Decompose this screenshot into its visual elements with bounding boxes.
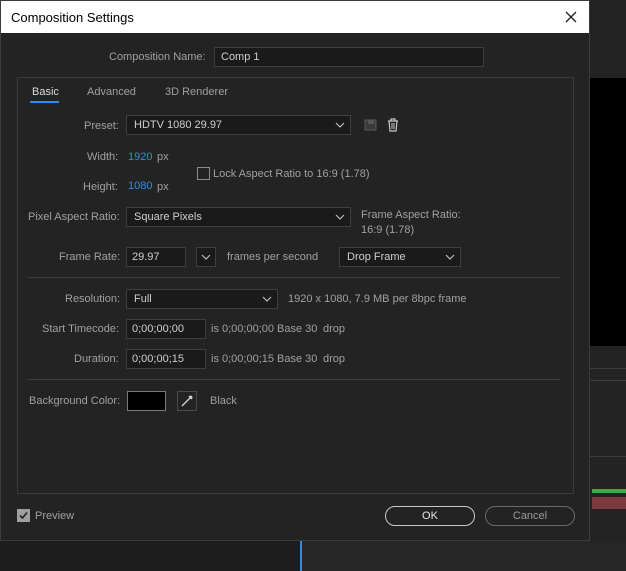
tab-basic[interactable]: Basic — [32, 86, 59, 98]
preview-checkbox[interactable] — [17, 509, 30, 522]
close-button[interactable] — [559, 5, 583, 29]
dialog-title: Composition Settings — [11, 10, 134, 25]
duration-input[interactable]: 0;00;00;15 — [126, 349, 206, 369]
start-timecode-label: Start Timecode: — [42, 323, 120, 335]
chevron-down-icon — [335, 214, 345, 220]
tab-advanced[interactable]: Advanced — [87, 86, 136, 98]
lock-aspect-label: Lock Aspect Ratio to 16:9 (1.78) — [213, 168, 370, 180]
delete-preset-button[interactable] — [383, 115, 403, 135]
pixel-aspect-dropdown[interactable]: Square Pixels — [126, 207, 351, 227]
trash-icon — [388, 118, 398, 132]
save-preset-icon — [364, 119, 377, 131]
pixel-aspect-value: Square Pixels — [134, 211, 202, 223]
title-bar: Composition Settings — [1, 1, 589, 33]
preview-label: Preview — [35, 510, 75, 522]
drop-frame-value: Drop Frame — [347, 251, 406, 263]
width-label: Width: — [87, 151, 119, 163]
frame-aspect-label: Frame Aspect Ratio: — [361, 209, 461, 221]
resolution-dropdown[interactable]: Full — [126, 289, 278, 309]
comp-name-label: Composition Name: — [109, 51, 206, 63]
duration-info: is 0;00;00;15 — [211, 353, 274, 365]
eyedropper-icon — [181, 395, 193, 407]
save-preset-button[interactable] — [361, 115, 381, 135]
background-divider — [590, 456, 626, 457]
start-timecode-info: is 0;00;00;00 — [211, 323, 274, 335]
start-timecode-input[interactable]: 0;00;00;00 — [126, 319, 206, 339]
background-timeline-bar — [592, 489, 626, 493]
chevron-down-icon — [335, 122, 345, 128]
frame-aspect-value: 16:9 (1.78) — [361, 224, 415, 236]
frame-rate-dropdown[interactable] — [196, 247, 216, 267]
resolution-value: Full — [134, 293, 152, 305]
width-unit: px — [157, 151, 169, 163]
ok-button[interactable]: OK — [385, 506, 475, 526]
background-viewer — [590, 78, 626, 346]
duration-drop: drop — [323, 353, 346, 365]
background-color-swatch[interactable] — [127, 391, 166, 411]
height-unit: px — [157, 181, 169, 193]
eyedropper-button[interactable] — [177, 391, 197, 411]
preset-label: Preset: — [84, 120, 119, 132]
chevron-down-icon — [262, 296, 272, 302]
background-divider — [590, 380, 626, 381]
resolution-info: 1920 x 1080, 7.9 MB per 8bpc frame — [288, 293, 467, 305]
frame-rate-input[interactable]: 29.97 — [126, 247, 186, 267]
chevron-down-icon — [201, 254, 211, 260]
lock-aspect-checkbox[interactable] — [197, 167, 210, 180]
duration-label: Duration: — [74, 353, 119, 365]
background-divider — [590, 368, 626, 369]
height-label: Height: — [83, 181, 118, 193]
chevron-down-icon — [445, 254, 455, 260]
height-value[interactable]: 1080 — [128, 180, 152, 192]
resolution-label: Resolution: — [65, 293, 121, 305]
pixel-aspect-label: Pixel Aspect Ratio: — [28, 211, 120, 223]
section-divider — [27, 379, 560, 380]
preset-value: HDTV 1080 29.97 — [134, 119, 223, 131]
comp-name-input[interactable]: Comp 1 — [214, 47, 484, 67]
duration-base: Base 30 — [277, 353, 318, 365]
background-layer-bar — [592, 497, 626, 509]
settings-panel — [17, 77, 574, 494]
drop-frame-dropdown[interactable]: Drop Frame — [339, 247, 461, 267]
background-timeline-area — [300, 541, 626, 571]
checkmark-icon — [19, 511, 28, 520]
start-timecode-base: Base 30 — [277, 323, 318, 335]
background-color-label: Background Color: — [29, 395, 121, 407]
frame-rate-label: Frame Rate: — [59, 251, 121, 263]
close-icon — [565, 11, 577, 23]
tab-3d-renderer[interactable]: 3D Renderer — [165, 86, 228, 98]
background-color-name: Black — [210, 395, 237, 407]
frames-per-second-label: frames per second — [227, 251, 319, 263]
section-divider — [27, 277, 560, 278]
cancel-button[interactable]: Cancel — [485, 506, 575, 526]
preset-dropdown[interactable]: HDTV 1080 29.97 — [126, 115, 351, 135]
tab-active-indicator — [30, 101, 59, 103]
start-timecode-drop: drop — [323, 323, 346, 335]
width-value[interactable]: 1920 — [128, 151, 152, 163]
